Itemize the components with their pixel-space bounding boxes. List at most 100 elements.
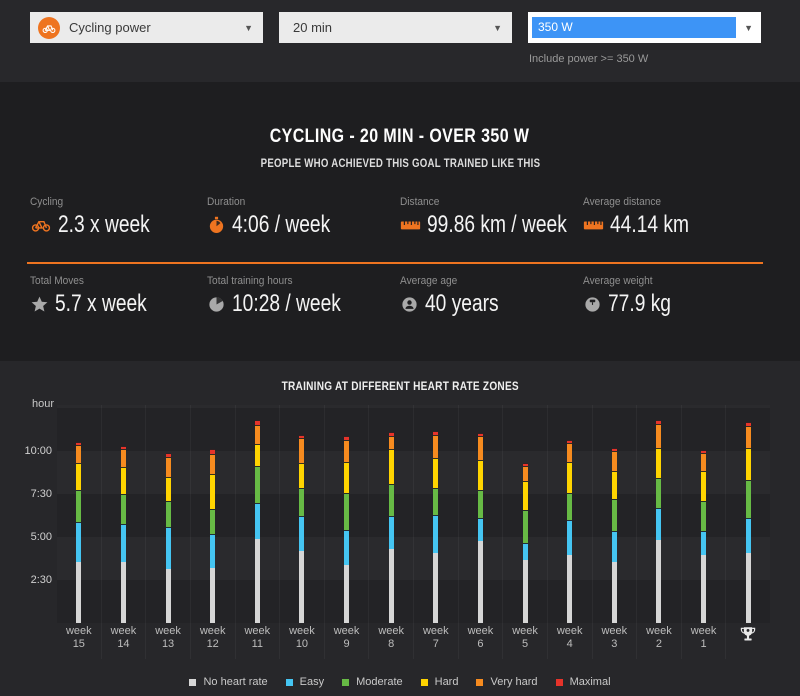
bar-segment-hard — [567, 461, 573, 494]
bar-segment-no-heart-rate — [701, 554, 707, 623]
bar-column-week-12: week 12 — [191, 405, 236, 659]
bar-segment-hard — [254, 444, 260, 467]
y-tick-label: 5:00 — [30, 531, 52, 543]
legend-swatch — [285, 678, 293, 686]
bar-segment-hard — [299, 463, 305, 488]
bar-segment-very-hard — [120, 448, 126, 468]
sport-dropdown-value: Cycling power — [69, 20, 151, 35]
x-label: week 1 — [690, 625, 717, 650]
bar-segment-no-heart-rate — [254, 539, 260, 623]
power-dropdown-selected-value: 350 W — [532, 17, 737, 38]
bar-segment-easy — [388, 515, 394, 550]
legend-swatch — [420, 678, 428, 686]
x-label: week 3 — [601, 625, 628, 650]
stacked-bar[interactable] — [210, 449, 216, 623]
legend-swatch — [189, 678, 197, 686]
bar-column-week-4: week 4 — [548, 405, 593, 659]
duration-dropdown[interactable]: 20 min ▼ — [279, 12, 512, 43]
bar-segment-no-heart-rate — [611, 562, 617, 623]
legend-swatch — [555, 678, 563, 686]
bar-column-week-2: week 2 — [637, 405, 682, 659]
stacked-bar[interactable] — [433, 431, 439, 623]
stacked-bar[interactable] — [567, 439, 573, 623]
bicycle-icon — [30, 215, 52, 235]
legend-item-hard: Hard — [420, 676, 459, 688]
bar-segment-moderate — [76, 490, 82, 522]
bar-segment-moderate — [254, 466, 260, 504]
legend-item-easy: Easy — [285, 676, 324, 688]
legend-label: Maximal — [569, 676, 611, 688]
bar-column-week-13: week 13 — [146, 405, 191, 659]
stat-duration: Duration 4:06 / week — [207, 196, 331, 238]
bar-segment-easy — [210, 533, 216, 568]
bar-segment-no-heart-rate — [745, 553, 751, 623]
bar-segment-no-heart-rate — [299, 551, 305, 623]
bar-segment-moderate — [611, 499, 617, 531]
stacked-bar[interactable] — [76, 441, 82, 623]
stacked-bar[interactable] — [388, 432, 394, 623]
training-insights-page: Cycling power ▼ 20 min ▼ 350 W ▼ Include… — [0, 0, 800, 696]
bar-segment-moderate — [701, 501, 707, 532]
bar-column-week-9: week 9 — [325, 405, 370, 659]
sport-dropdown[interactable]: Cycling power ▼ — [30, 12, 263, 43]
legend-label: Hard — [434, 676, 459, 688]
bar-segment-hard — [745, 448, 751, 480]
bar-segment-moderate — [210, 508, 216, 534]
stacked-bar[interactable] — [745, 421, 751, 623]
stat-average-weight: Average weight 77.9 kg — [583, 275, 671, 317]
stat-cycling: Cycling 2.3 x week — [30, 196, 150, 238]
legend-item-no-heart-rate: No heart rate — [189, 676, 268, 688]
x-label-trophy — [726, 625, 770, 659]
bar-segment-no-heart-rate — [567, 554, 573, 623]
person-icon — [400, 295, 419, 314]
legend-label: Very hard — [490, 676, 538, 688]
bar-segment-moderate — [299, 488, 305, 516]
bar-segment-very-hard — [388, 436, 394, 450]
bar-segment-moderate — [388, 484, 394, 516]
stats-row-2: Total Moves 5.7 x week Total training ho… — [30, 275, 770, 318]
stacked-bar[interactable] — [299, 435, 305, 623]
bar-segment-easy — [522, 543, 528, 560]
bar-segment-hard — [388, 449, 394, 485]
bar-column-week-6: week 6 — [459, 405, 504, 659]
bar-segment-very-hard — [433, 434, 439, 459]
stacked-bar[interactable] — [522, 463, 528, 623]
bar-segment-moderate — [477, 489, 483, 519]
legend-swatch — [342, 678, 350, 686]
bar-segment-hard — [701, 471, 707, 502]
scale-icon — [583, 295, 602, 314]
bar-segment-no-heart-rate — [522, 559, 528, 623]
chart-title: TRAINING AT DIFFERENT HEART RATE ZONES — [281, 379, 519, 393]
x-label: week 13 — [155, 625, 181, 650]
stacked-bar[interactable] — [165, 453, 171, 623]
stacked-bar[interactable] — [611, 448, 617, 623]
heart-rate-zones-chart-panel: TRAINING AT DIFFERENT HEART RATE ZONES h… — [0, 361, 800, 696]
stacked-bar[interactable] — [254, 420, 260, 623]
stacked-bar[interactable] — [477, 432, 483, 623]
bar-segment-moderate — [433, 488, 439, 515]
bar-segment-very-hard — [745, 425, 751, 449]
bar-segment-hard — [477, 459, 483, 490]
ruler-icon — [400, 216, 421, 234]
bar-segment-hard — [76, 462, 82, 491]
stopwatch-icon — [207, 216, 226, 235]
y-tick-label: 7:30 — [30, 488, 52, 500]
x-label: week 8 — [378, 625, 405, 650]
bar-segment-very-hard — [76, 444, 82, 463]
bar-segment-very-hard — [299, 438, 305, 464]
chart-plot-area: week 15 week 14 week 13 week 12 week 11 week 10 week… — [57, 405, 770, 659]
bar-segment-no-heart-rate — [210, 567, 216, 623]
bar-segment-very-hard — [344, 439, 350, 462]
stat-total-training-hours: Total training hours 10:28 / week — [207, 275, 341, 317]
bar-segment-hard — [522, 481, 528, 510]
stacked-bar[interactable] — [344, 435, 350, 623]
power-dropdown[interactable]: 350 W ▼ — [528, 12, 761, 43]
stacked-bar[interactable] — [120, 446, 126, 623]
bar-segment-very-hard — [165, 457, 171, 477]
bar-segment-easy — [165, 527, 171, 569]
stacked-bar[interactable] — [701, 450, 707, 623]
bar-segment-very-hard — [567, 442, 573, 462]
goal-summary-panel: CYCLING - 20 MIN - OVER 350 W PEOPLE WHO… — [0, 82, 800, 361]
bar-column-week-10: week 10 — [280, 405, 325, 659]
stacked-bar[interactable] — [656, 420, 662, 623]
